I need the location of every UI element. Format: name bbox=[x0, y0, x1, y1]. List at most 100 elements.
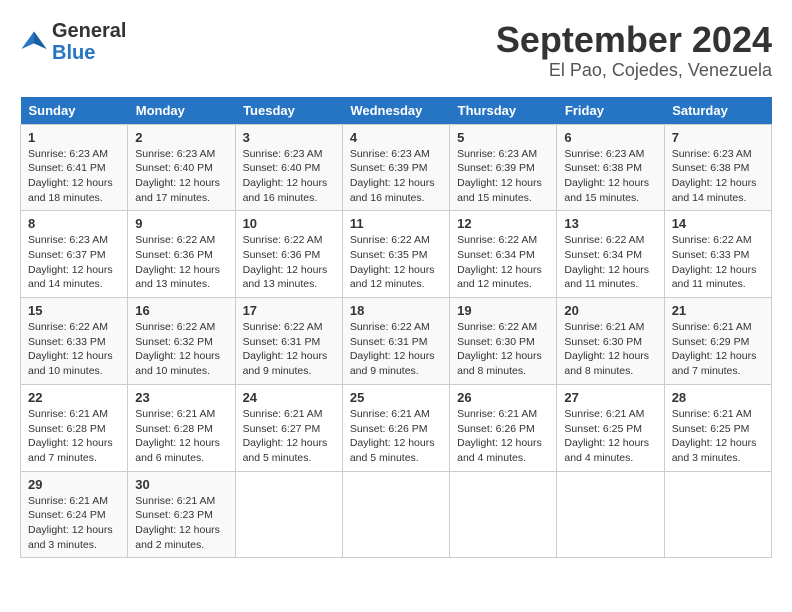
month-title: September 2024 bbox=[496, 20, 772, 60]
day-info: Sunrise: 6:23 AM Sunset: 6:38 PM Dayligh… bbox=[564, 147, 656, 206]
header: General Blue September 2024 El Pao, Coje… bbox=[20, 20, 772, 81]
day-info: Sunrise: 6:22 AM Sunset: 6:34 PM Dayligh… bbox=[457, 233, 549, 292]
day-info: Sunrise: 6:23 AM Sunset: 6:39 PM Dayligh… bbox=[350, 147, 442, 206]
day-number: 24 bbox=[243, 390, 335, 405]
calendar-table: Sunday Monday Tuesday Wednesday Thursday… bbox=[20, 97, 772, 559]
calendar-cell: 2 Sunrise: 6:23 AM Sunset: 6:40 PM Dayli… bbox=[128, 124, 235, 211]
location-title: El Pao, Cojedes, Venezuela bbox=[496, 60, 772, 81]
day-info: Sunrise: 6:21 AM Sunset: 6:30 PM Dayligh… bbox=[564, 320, 656, 379]
day-info: Sunrise: 6:22 AM Sunset: 6:34 PM Dayligh… bbox=[564, 233, 656, 292]
day-number: 4 bbox=[350, 130, 442, 145]
day-info: Sunrise: 6:22 AM Sunset: 6:35 PM Dayligh… bbox=[350, 233, 442, 292]
calendar-cell: 30 Sunrise: 6:21 AM Sunset: 6:23 PM Dayl… bbox=[128, 471, 235, 558]
day-number: 9 bbox=[135, 216, 227, 231]
calendar-cell: 12 Sunrise: 6:22 AM Sunset: 6:34 PM Dayl… bbox=[450, 211, 557, 298]
day-number: 15 bbox=[28, 303, 120, 318]
day-info: Sunrise: 6:21 AM Sunset: 6:27 PM Dayligh… bbox=[243, 407, 335, 466]
day-info: Sunrise: 6:22 AM Sunset: 6:36 PM Dayligh… bbox=[243, 233, 335, 292]
calendar-cell: 15 Sunrise: 6:22 AM Sunset: 6:33 PM Dayl… bbox=[21, 298, 128, 385]
day-number: 28 bbox=[672, 390, 764, 405]
calendar-cell: 18 Sunrise: 6:22 AM Sunset: 6:31 PM Dayl… bbox=[342, 298, 449, 385]
calendar-cell bbox=[342, 471, 449, 558]
day-info: Sunrise: 6:23 AM Sunset: 6:39 PM Dayligh… bbox=[457, 147, 549, 206]
day-info: Sunrise: 6:22 AM Sunset: 6:36 PM Dayligh… bbox=[135, 233, 227, 292]
day-info: Sunrise: 6:23 AM Sunset: 6:40 PM Dayligh… bbox=[243, 147, 335, 206]
calendar-cell: 17 Sunrise: 6:22 AM Sunset: 6:31 PM Dayl… bbox=[235, 298, 342, 385]
calendar-cell: 26 Sunrise: 6:21 AM Sunset: 6:26 PM Dayl… bbox=[450, 384, 557, 471]
day-number: 22 bbox=[28, 390, 120, 405]
calendar-cell: 14 Sunrise: 6:22 AM Sunset: 6:33 PM Dayl… bbox=[664, 211, 771, 298]
day-info: Sunrise: 6:22 AM Sunset: 6:31 PM Dayligh… bbox=[350, 320, 442, 379]
calendar-cell: 4 Sunrise: 6:23 AM Sunset: 6:39 PM Dayli… bbox=[342, 124, 449, 211]
logo-text: General Blue bbox=[52, 20, 126, 64]
day-info: Sunrise: 6:21 AM Sunset: 6:28 PM Dayligh… bbox=[28, 407, 120, 466]
day-number: 13 bbox=[564, 216, 656, 231]
day-info: Sunrise: 6:22 AM Sunset: 6:31 PM Dayligh… bbox=[243, 320, 335, 379]
calendar-cell: 19 Sunrise: 6:22 AM Sunset: 6:30 PM Dayl… bbox=[450, 298, 557, 385]
logo: General Blue bbox=[20, 20, 126, 64]
calendar-cell: 29 Sunrise: 6:21 AM Sunset: 6:24 PM Dayl… bbox=[21, 471, 128, 558]
header-monday: Monday bbox=[128, 97, 235, 125]
day-info: Sunrise: 6:21 AM Sunset: 6:23 PM Dayligh… bbox=[135, 494, 227, 553]
calendar-cell: 28 Sunrise: 6:21 AM Sunset: 6:25 PM Dayl… bbox=[664, 384, 771, 471]
day-number: 26 bbox=[457, 390, 549, 405]
calendar-cell: 8 Sunrise: 6:23 AM Sunset: 6:37 PM Dayli… bbox=[21, 211, 128, 298]
calendar-row-4: 22 Sunrise: 6:21 AM Sunset: 6:28 PM Dayl… bbox=[21, 384, 772, 471]
calendar-cell: 13 Sunrise: 6:22 AM Sunset: 6:34 PM Dayl… bbox=[557, 211, 664, 298]
calendar-cell: 5 Sunrise: 6:23 AM Sunset: 6:39 PM Dayli… bbox=[450, 124, 557, 211]
day-number: 21 bbox=[672, 303, 764, 318]
calendar-cell: 24 Sunrise: 6:21 AM Sunset: 6:27 PM Dayl… bbox=[235, 384, 342, 471]
day-info: Sunrise: 6:23 AM Sunset: 6:40 PM Dayligh… bbox=[135, 147, 227, 206]
calendar-cell: 10 Sunrise: 6:22 AM Sunset: 6:36 PM Dayl… bbox=[235, 211, 342, 298]
calendar-cell: 20 Sunrise: 6:21 AM Sunset: 6:30 PM Dayl… bbox=[557, 298, 664, 385]
header-saturday: Saturday bbox=[664, 97, 771, 125]
day-info: Sunrise: 6:23 AM Sunset: 6:37 PM Dayligh… bbox=[28, 233, 120, 292]
calendar-cell: 9 Sunrise: 6:22 AM Sunset: 6:36 PM Dayli… bbox=[128, 211, 235, 298]
day-number: 8 bbox=[28, 216, 120, 231]
day-info: Sunrise: 6:21 AM Sunset: 6:29 PM Dayligh… bbox=[672, 320, 764, 379]
day-info: Sunrise: 6:22 AM Sunset: 6:32 PM Dayligh… bbox=[135, 320, 227, 379]
day-number: 10 bbox=[243, 216, 335, 231]
day-number: 30 bbox=[135, 477, 227, 492]
day-info: Sunrise: 6:22 AM Sunset: 6:33 PM Dayligh… bbox=[28, 320, 120, 379]
calendar-cell: 22 Sunrise: 6:21 AM Sunset: 6:28 PM Dayl… bbox=[21, 384, 128, 471]
calendar-cell: 11 Sunrise: 6:22 AM Sunset: 6:35 PM Dayl… bbox=[342, 211, 449, 298]
day-number: 29 bbox=[28, 477, 120, 492]
day-number: 12 bbox=[457, 216, 549, 231]
header-friday: Friday bbox=[557, 97, 664, 125]
calendar-cell: 1 Sunrise: 6:23 AM Sunset: 6:41 PM Dayli… bbox=[21, 124, 128, 211]
header-sunday: Sunday bbox=[21, 97, 128, 125]
day-info: Sunrise: 6:21 AM Sunset: 6:28 PM Dayligh… bbox=[135, 407, 227, 466]
calendar-cell: 7 Sunrise: 6:23 AM Sunset: 6:38 PM Dayli… bbox=[664, 124, 771, 211]
calendar-cell: 23 Sunrise: 6:21 AM Sunset: 6:28 PM Dayl… bbox=[128, 384, 235, 471]
day-info: Sunrise: 6:22 AM Sunset: 6:30 PM Dayligh… bbox=[457, 320, 549, 379]
day-number: 7 bbox=[672, 130, 764, 145]
day-number: 19 bbox=[457, 303, 549, 318]
day-number: 17 bbox=[243, 303, 335, 318]
calendar-cell: 6 Sunrise: 6:23 AM Sunset: 6:38 PM Dayli… bbox=[557, 124, 664, 211]
calendar-row-3: 15 Sunrise: 6:22 AM Sunset: 6:33 PM Dayl… bbox=[21, 298, 772, 385]
header-thursday: Thursday bbox=[450, 97, 557, 125]
calendar-cell: 21 Sunrise: 6:21 AM Sunset: 6:29 PM Dayl… bbox=[664, 298, 771, 385]
day-number: 5 bbox=[457, 130, 549, 145]
day-number: 3 bbox=[243, 130, 335, 145]
calendar-row-5: 29 Sunrise: 6:21 AM Sunset: 6:24 PM Dayl… bbox=[21, 471, 772, 558]
header-wednesday: Wednesday bbox=[342, 97, 449, 125]
logo-icon bbox=[20, 28, 48, 56]
day-info: Sunrise: 6:21 AM Sunset: 6:26 PM Dayligh… bbox=[457, 407, 549, 466]
calendar-cell bbox=[664, 471, 771, 558]
calendar-cell: 16 Sunrise: 6:22 AM Sunset: 6:32 PM Dayl… bbox=[128, 298, 235, 385]
day-info: Sunrise: 6:23 AM Sunset: 6:38 PM Dayligh… bbox=[672, 147, 764, 206]
day-number: 20 bbox=[564, 303, 656, 318]
day-number: 2 bbox=[135, 130, 227, 145]
day-number: 14 bbox=[672, 216, 764, 231]
day-info: Sunrise: 6:23 AM Sunset: 6:41 PM Dayligh… bbox=[28, 147, 120, 206]
calendar-header-row: Sunday Monday Tuesday Wednesday Thursday… bbox=[21, 97, 772, 125]
day-number: 27 bbox=[564, 390, 656, 405]
calendar-cell bbox=[235, 471, 342, 558]
day-number: 18 bbox=[350, 303, 442, 318]
calendar-cell: 3 Sunrise: 6:23 AM Sunset: 6:40 PM Dayli… bbox=[235, 124, 342, 211]
calendar-cell bbox=[557, 471, 664, 558]
calendar-cell bbox=[450, 471, 557, 558]
calendar-cell: 27 Sunrise: 6:21 AM Sunset: 6:25 PM Dayl… bbox=[557, 384, 664, 471]
